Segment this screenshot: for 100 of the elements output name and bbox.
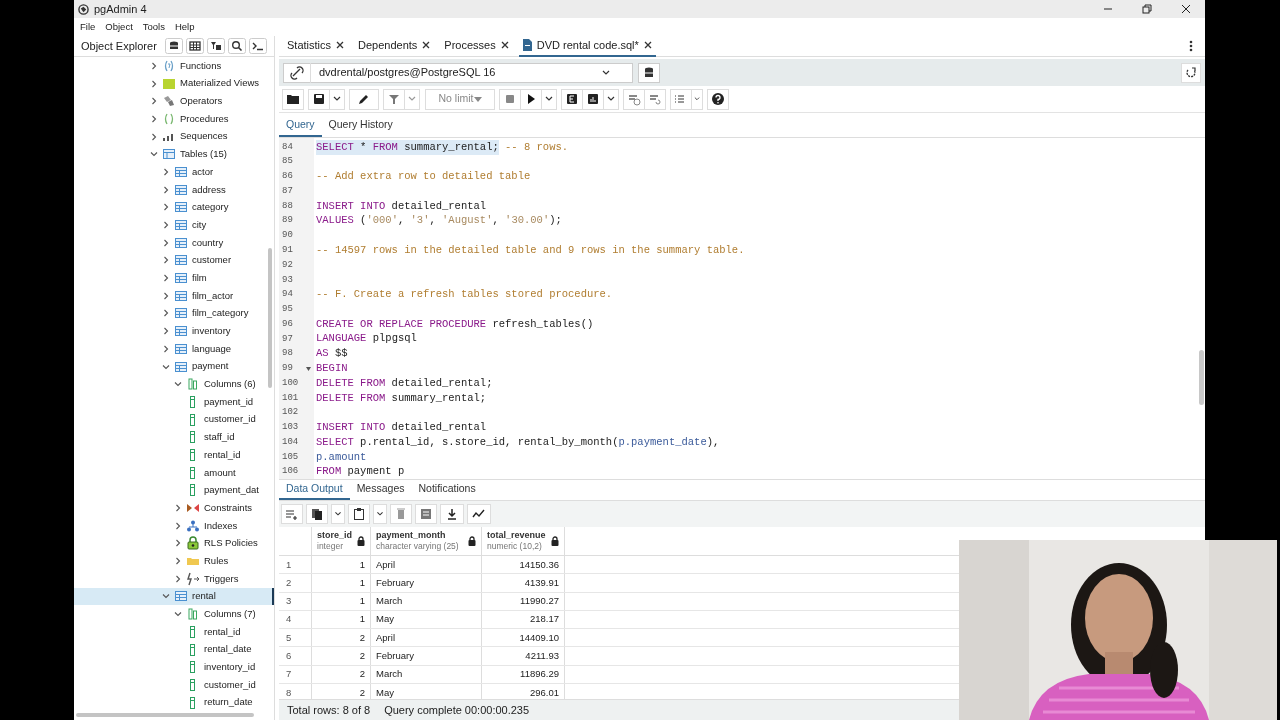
tree-item[interactable]: staff_id xyxy=(204,430,235,445)
tree-item[interactable]: Tables (15) xyxy=(180,147,227,162)
chevron-down-icon[interactable] xyxy=(162,362,170,371)
scrollbar[interactable] xyxy=(1199,350,1204,405)
tab-label[interactable]: DVD rental code.sql* xyxy=(536,36,639,54)
paste-button[interactable] xyxy=(348,504,370,524)
tree-item[interactable]: film xyxy=(192,270,207,286)
close-icon[interactable] xyxy=(336,41,344,49)
chevron-right-icon[interactable] xyxy=(174,539,182,548)
delete-button[interactable] xyxy=(390,504,412,524)
chevron-right-icon[interactable] xyxy=(162,309,170,318)
tab-label[interactable]: Statistics xyxy=(287,36,331,54)
tree-item[interactable]: actor xyxy=(192,164,214,180)
tree-item[interactable]: Operators xyxy=(180,94,223,109)
tree-item[interactable]: Procedures xyxy=(180,111,229,127)
chevron-right-icon[interactable] xyxy=(174,521,182,530)
menu-item[interactable]: Object xyxy=(105,19,133,35)
tab-label[interactable]: Processes xyxy=(444,36,496,54)
chevron-right-icon[interactable] xyxy=(150,114,158,123)
open-file-button[interactable] xyxy=(282,88,304,110)
explain-button[interactable] xyxy=(561,88,583,110)
tree-item[interactable]: Rules xyxy=(204,553,229,569)
close-icon[interactable] xyxy=(422,41,431,49)
tree-item[interactable]: Functions xyxy=(180,58,222,73)
help-button[interactable] xyxy=(707,88,729,110)
rollback-button[interactable] xyxy=(644,88,666,110)
tree-item[interactable]: city xyxy=(192,217,207,233)
tree-item[interactable]: address xyxy=(192,182,226,197)
tree-item[interactable]: inventory xyxy=(192,324,231,339)
save-button[interactable] xyxy=(308,88,330,110)
chevron-right-icon[interactable] xyxy=(162,167,170,176)
chevron-right-icon[interactable] xyxy=(150,79,158,88)
tree-item[interactable]: return_date xyxy=(204,695,253,710)
tree-item[interactable]: customer xyxy=(192,253,232,268)
tree-item[interactable]: payment_id xyxy=(204,394,254,410)
tree-item[interactable]: Indexes xyxy=(204,518,238,533)
selected-row[interactable]: rental xyxy=(74,587,274,606)
macros-button[interactable] xyxy=(670,88,692,110)
tree-item[interactable]: RLS Policies xyxy=(204,536,258,551)
tab[interactable]: Notifications xyxy=(411,480,483,500)
tree-item[interactable]: rental_date xyxy=(204,642,252,657)
grid-icon[interactable] xyxy=(186,38,204,54)
chevron-right-icon[interactable] xyxy=(150,61,158,70)
limit-select[interactable]: No limit xyxy=(425,88,495,110)
chevron-down-icon[interactable] xyxy=(150,150,158,159)
tree-item[interactable]: film_actor xyxy=(192,288,234,303)
chevron-right-icon[interactable] xyxy=(174,574,182,583)
chevron-right-icon[interactable] xyxy=(162,344,170,353)
tree-item[interactable]: film_category xyxy=(192,306,249,321)
graph-button[interactable] xyxy=(467,504,491,524)
edit-button[interactable] xyxy=(349,88,379,110)
tree-item[interactable]: language xyxy=(192,341,232,356)
menu-item[interactable]: Help xyxy=(174,19,195,35)
run-button[interactable] xyxy=(520,88,542,110)
tree-item[interactable]: Sequences xyxy=(180,129,228,144)
chevron-right-icon[interactable] xyxy=(174,557,182,566)
tab[interactable]: DVD rental code.sql* xyxy=(518,35,656,57)
chevron-right-icon[interactable] xyxy=(162,203,170,212)
chevron-right-icon[interactable] xyxy=(162,185,170,194)
tree-item[interactable]: amount xyxy=(204,465,236,480)
restore-icon[interactable] xyxy=(1142,4,1152,14)
tree-item[interactable]: Columns (7) xyxy=(204,607,256,622)
tab[interactable]: Query History xyxy=(321,115,400,137)
refresh-icon[interactable] xyxy=(1181,62,1201,83)
filter-button[interactable] xyxy=(383,88,405,110)
chevron-down-icon[interactable] xyxy=(174,380,182,389)
tree-item[interactable]: customer_id xyxy=(204,412,256,427)
chevron-right-icon[interactable] xyxy=(150,132,158,141)
search-icon[interactable] xyxy=(228,38,246,54)
tab-label[interactable]: Dependents xyxy=(358,36,418,54)
commit-button[interactable] xyxy=(623,88,645,110)
chevron-right-icon[interactable] xyxy=(162,274,170,283)
database-icon[interactable] xyxy=(638,62,660,83)
column-header[interactable]: store_id integer xyxy=(312,527,371,555)
connection-select[interactable]: dvdrental/postgres@PostgreSQL 16 xyxy=(283,62,633,83)
chevron-right-icon[interactable] xyxy=(162,238,170,247)
download-button[interactable] xyxy=(440,504,464,524)
terminal-icon[interactable] xyxy=(249,38,267,54)
copy-button[interactable] xyxy=(306,504,328,524)
chevron-right-icon[interactable] xyxy=(174,504,182,513)
tree-item[interactable]: category xyxy=(192,200,229,215)
scrollbar[interactable] xyxy=(76,713,254,717)
tree-item[interactable]: rental xyxy=(192,589,216,604)
tree-item[interactable]: Materialized Views xyxy=(180,76,260,91)
tab[interactable]: Dependents xyxy=(354,35,435,57)
tree-item[interactable]: customer_id xyxy=(204,677,256,693)
chevron-right-icon[interactable] xyxy=(162,291,170,300)
close-icon[interactable] xyxy=(500,41,509,49)
more-icon[interactable] xyxy=(1189,40,1193,52)
column-header[interactable]: payment_month character varying (25) xyxy=(371,527,482,555)
tree-item[interactable]: rental_id xyxy=(204,447,241,463)
tree-item[interactable]: Triggers xyxy=(204,571,239,586)
filter-table-icon[interactable] xyxy=(207,38,225,54)
tab[interactable]: Processes xyxy=(440,35,513,57)
close-icon[interactable] xyxy=(1181,4,1191,14)
fold-icon[interactable] xyxy=(306,366,311,371)
tab[interactable]: Statistics xyxy=(283,35,348,57)
analyze-button[interactable] xyxy=(582,88,604,110)
save-data-button[interactable] xyxy=(415,504,437,524)
tree-item[interactable]: payment_dat xyxy=(204,483,259,498)
